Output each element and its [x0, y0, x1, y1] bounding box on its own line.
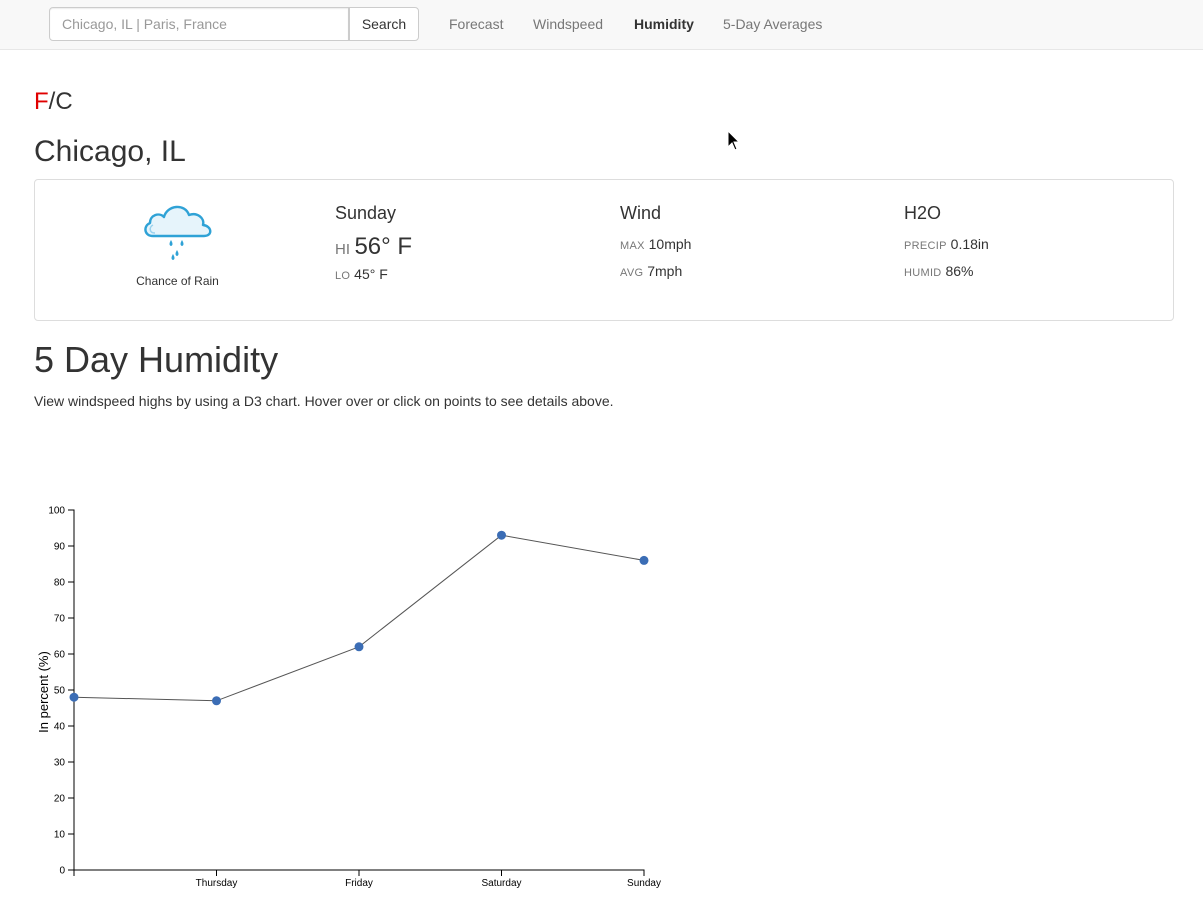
navbar: Search Forecast Windspeed Humidity 5-Day… [0, 0, 1203, 50]
hi-label: HI [335, 241, 350, 258]
day-title: Sunday [335, 203, 397, 223]
section-title: 5 Day Humidity [34, 339, 279, 380]
precip-row: PRECIP 0.18in [904, 232, 989, 259]
y-axis-label: In percent (%) [36, 651, 51, 733]
unit-toggle: F/C [34, 88, 73, 116]
humidity-chart: 0 10 20 30 40 50 60 70 80 90 100 Thursday Friday Satu… [36, 506, 661, 890]
y-tick-label: 10 [54, 830, 66, 841]
humid-value: 86% [945, 263, 974, 279]
x-tick-label: Thursday [196, 878, 238, 889]
x-tick-label: Sunday [627, 878, 661, 889]
data-point[interactable] [354, 642, 364, 652]
humid-row: HUMID 86% [904, 259, 989, 286]
nav-link-forecast[interactable]: Forecast [449, 15, 503, 33]
wind-avg-label: AVG [620, 267, 644, 279]
humidity-line [73, 534, 645, 702]
humid-label: HUMID [904, 267, 942, 279]
y-tick-label: 90 [54, 542, 66, 553]
data-point[interactable] [497, 530, 506, 540]
mouse-cursor-icon [727, 130, 741, 151]
lo-temp-row: LO 45° F [335, 265, 412, 285]
y-tick-label: 70 [54, 614, 66, 625]
x-tick-label: Saturday [481, 878, 521, 889]
h2o-column: H2O PRECIP 0.18in HUMID 86% [904, 202, 989, 286]
rain-cloud-icon [144, 205, 212, 260]
nav-link-5-day-averages[interactable]: 5-Day Averages [723, 15, 822, 33]
search-button[interactable]: Search [349, 7, 419, 41]
unit-f-toggle[interactable]: F [34, 88, 49, 115]
y-tick-label: 20 [54, 794, 66, 805]
wind-avg-value: 7mph [647, 263, 683, 279]
data-point[interactable] [212, 696, 221, 706]
precip-value: 0.18in [950, 236, 989, 252]
nav-link-windspeed[interactable]: Windspeed [533, 15, 603, 33]
unit-c-toggle[interactable]: C [55, 88, 72, 115]
y-tick-label: 50 [54, 686, 66, 697]
hi-value: 56° F [354, 233, 413, 260]
hi-temp-row: HI 56° F [335, 232, 412, 265]
data-point[interactable] [639, 555, 649, 565]
y-tick-label: 0 [59, 866, 65, 877]
y-tick-label: 100 [48, 506, 65, 517]
condition-label: Chance of Rain [136, 274, 219, 288]
x-tick-label: Friday [345, 878, 373, 889]
y-tick-label: 40 [54, 722, 66, 733]
data-point[interactable] [69, 692, 79, 702]
lo-label: LO [335, 270, 351, 282]
wind-max-row: MAX 10mph [620, 232, 691, 259]
wind-max-label: MAX [620, 240, 645, 252]
wind-avg-row: AVG 7mph [620, 259, 691, 286]
y-tick-label: 80 [54, 578, 66, 589]
lo-value: 45° F [354, 266, 388, 282]
search-input[interactable] [49, 7, 349, 41]
nav-link-humidity[interactable]: Humidity [634, 15, 694, 33]
y-tick-label: 30 [54, 758, 66, 769]
day-column: Sunday HI 56° F LO 45° F [335, 202, 412, 285]
forecast-card: Chance of Rain Sunday HI 56° F LO 45° F … [34, 179, 1174, 321]
h2o-title: H2O [904, 203, 942, 223]
precip-label: PRECIP [904, 240, 947, 252]
section-description: View windspeed highs by using a D3 chart… [34, 393, 614, 409]
y-tick-label: 60 [54, 650, 66, 661]
wind-column: Wind MAX 10mph AVG 7mph [620, 202, 691, 286]
wind-title: Wind [620, 203, 662, 223]
wind-max-value: 10mph [648, 236, 692, 252]
condition-column: Chance of Rain [35, 180, 320, 320]
city-title: Chicago, IL [34, 135, 186, 168]
